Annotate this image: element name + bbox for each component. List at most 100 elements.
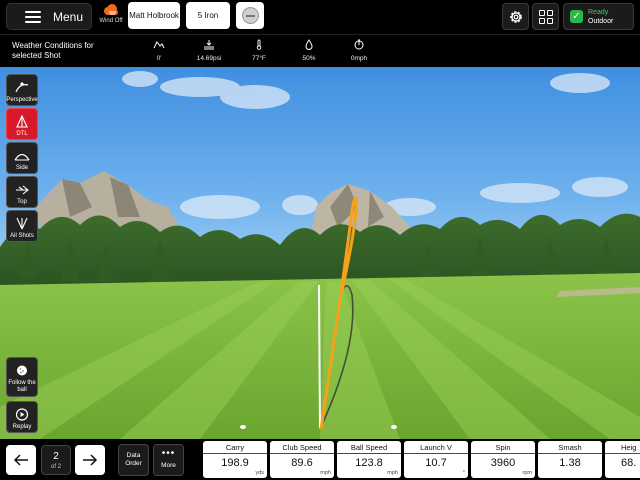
metric-value: 198.9 [221,457,249,469]
thermometer-icon [256,39,262,50]
metric-unit: mph [387,470,398,476]
next-shot-button[interactable] [75,445,105,475]
replay-label: Replay [12,424,32,430]
previous-shot-button[interactable] [6,445,36,475]
metric-value: 68. [621,457,637,469]
menu-label: Menu [53,9,84,24]
metric-value: 123.8 [355,457,383,469]
all-shots-icon [16,217,28,230]
target-line [318,284,321,430]
weather-wind: 0mph [334,39,384,62]
metric-spin[interactable]: Spin 3960 rpm [471,441,535,478]
menu-button[interactable]: Menu [6,3,92,30]
pressure-icon [204,40,214,50]
metric-club-speed[interactable]: Club Speed 89.6 mph [270,441,334,478]
data-order-button[interactable]: Data Order [118,444,149,476]
metric-name: Spin [471,441,535,454]
player-selector[interactable]: Matt Holbrook [128,2,180,29]
shot-counter: 2 of 2 [41,445,71,475]
weather-wind-value: 0mph [350,55,368,62]
metric-name: Ball Speed [337,441,401,454]
follow-ball-icon [17,365,27,376]
view-all-shots-label: All Shots [10,233,34,239]
weather-title: Weather Conditions for selected Shot [12,41,94,60]
tee-marker-right [391,425,397,429]
weather-temperature: 77°F [234,39,284,62]
replay-button[interactable]: Replay [6,401,38,433]
weather-altitude-value: 0' [156,55,162,62]
bottom-bar: 2 of 2 Data Order ••• More Carry 198.9 y… [0,439,640,480]
metric-launch-v[interactable]: Launch V 10.7 ° [404,441,468,478]
shot-total: of 2 [50,463,61,470]
side-view-icon [14,153,30,161]
metric-value: 1.38 [559,457,581,469]
top-bar: Menu Wind Off Matt Holbrook 5 Iron ✓ Rea… [0,0,640,34]
altitude-icon [153,41,165,49]
view-top-button[interactable]: Top [6,176,38,208]
view-perspective-button[interactable]: Perspective [6,74,38,106]
wind-cloud-icon [104,4,118,15]
hamburger-icon [25,10,41,23]
view-all-shots-button[interactable]: All Shots [6,210,38,242]
metric-carry[interactable]: Carry 198.9 yds [203,441,267,478]
course-scene [0,67,640,439]
more-button[interactable]: ••• More [153,444,184,476]
view-perspective-label: Perspective [6,97,38,103]
shot-tracer-view[interactable]: Perspective DTL Side Top All Shots Follo… [0,67,640,439]
gear-icon [509,10,522,23]
weather-pressure-value: 14.69psi [196,55,222,62]
settings-button[interactable] [502,3,529,30]
check-icon: ✓ [570,10,583,23]
view-side-label: Side [15,165,28,171]
weather-bar: Weather Conditions for selected Shot 0' … [0,34,640,67]
arrow-left-icon [13,454,28,466]
metric-value: 10.7 [425,457,447,469]
follow-ball-label: Follow the ball [8,380,36,393]
club-selector[interactable]: 5 Iron [186,2,230,29]
metric-name: Club Speed [270,441,334,454]
metric-value: 3960 [490,457,516,469]
metric-unit: rpm [522,470,532,476]
metric-unit: yds [255,470,264,476]
weather-humidity-value: 50% [302,55,316,62]
view-side-button[interactable]: Side [6,142,38,174]
metric-value: 89.6 [291,457,313,469]
top-view-icon [16,185,29,195]
view-dtl-button[interactable]: DTL [6,108,38,140]
metric-unit: ° [462,470,465,476]
humidity-icon [305,39,313,50]
layout-button[interactable] [532,3,559,30]
weather-humidity: 50% [284,39,334,62]
weather-temperature-value: 77°F [252,55,266,62]
play-icon [15,408,29,421]
golf-ball-icon [241,7,259,24]
weather-altitude: 0' [134,39,184,62]
tee-marker-left [240,425,246,429]
device-status[interactable]: ✓ Ready Outdoor [563,3,634,30]
arrow-right-icon [83,454,98,466]
weather-pressure: 14.69psi [184,39,234,62]
view-top-label: Top [17,199,27,205]
wind-label: Wind Off [99,18,123,24]
metric-smash[interactable]: Smash 1.38 [538,441,602,478]
dtl-icon [16,115,28,128]
status-mode: Outdoor [588,17,614,25]
grid-icon [538,9,553,24]
metric-name: Heig [605,441,640,454]
more-label: More [161,462,176,469]
wind-speed-icon [354,39,364,50]
metric-name: Carry [203,441,267,454]
metric-height[interactable]: Heig 68. [605,441,640,478]
follow-ball-button[interactable]: Follow the ball [6,357,38,397]
wind-toggle-button[interactable]: Wind Off [96,3,126,31]
metric-name: Launch V [404,441,468,454]
ball-selector[interactable] [236,2,264,29]
perspective-icon [15,82,29,93]
view-dtl-label: DTL [16,131,28,137]
metric-unit: mph [320,470,331,476]
status-ready: Ready [588,8,609,16]
more-dots-icon: ••• [161,448,176,459]
metric-ball-speed[interactable]: Ball Speed 123.8 mph [337,441,401,478]
shot-number: 2 [53,450,59,462]
metric-name: Smash [538,441,602,454]
